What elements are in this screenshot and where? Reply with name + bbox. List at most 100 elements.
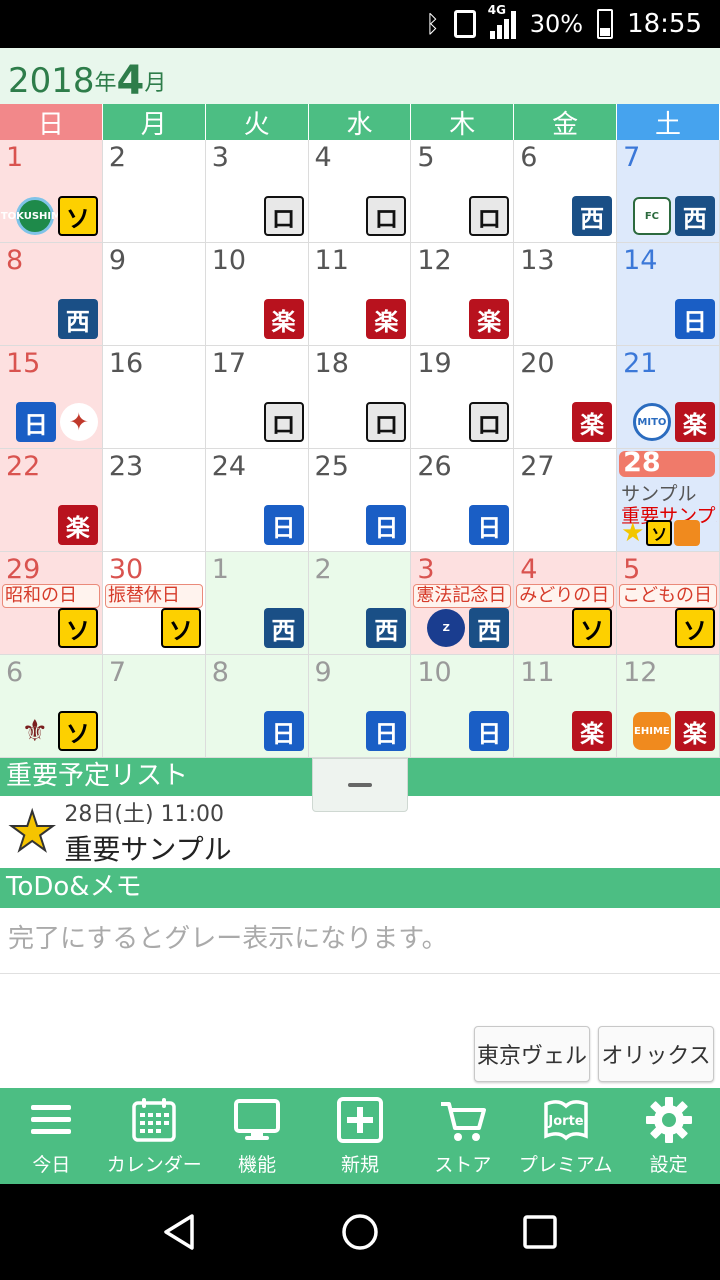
calendar-day-cell[interactable]: 16 xyxy=(102,346,206,449)
game-badges: 楽 xyxy=(263,299,304,339)
day-number: 29 xyxy=(6,554,41,585)
calendar-day-cell[interactable]: 9日 xyxy=(308,655,412,758)
calendar-day-cell[interactable]: 27 xyxy=(514,449,618,552)
calendar-day-cell[interactable]: 4ロ xyxy=(308,140,412,243)
calendar-day-cell[interactable]: 12 EHIME 楽 xyxy=(617,655,720,758)
day-number: 21 xyxy=(623,348,658,379)
calendar-day-cell[interactable]: 10 楽 xyxy=(205,243,309,346)
calendar-day-cell[interactable]: 7 xyxy=(102,655,206,758)
day-number: 8 xyxy=(6,245,24,276)
calendar-day-cell[interactable]: 1西 xyxy=(205,552,309,655)
calendar-day-cell[interactable]: 13 xyxy=(514,243,618,346)
important-list-item[interactable]: ★ 28日(土) 11:00 重要サンプル xyxy=(0,796,720,868)
calendar-day-cell[interactable]: 9 xyxy=(102,243,206,346)
calendar-day-cell[interactable]: 12 楽 xyxy=(411,243,515,346)
rakuten-badge: 楽 xyxy=(469,299,510,339)
jorte-icon: Jorte xyxy=(543,1099,588,1140)
calendar-day-cell[interactable]: 3ロ xyxy=(205,140,309,243)
calendar-day-cell[interactable]: 11 楽 xyxy=(308,243,412,346)
softbank-badge: ソ xyxy=(674,608,715,648)
back-icon[interactable] xyxy=(160,1212,200,1252)
calendar-day-cell[interactable]: 18 ロ xyxy=(308,346,412,449)
important-item-title: 重要サンプル xyxy=(64,833,232,866)
calendar-day-cell[interactable]: 14 日 xyxy=(617,243,720,346)
team-button-tokyo-verdy[interactable]: 東京ヴェル xyxy=(474,1026,590,1082)
weekday-sat: 土 xyxy=(617,104,720,140)
weekday-sun: 日 xyxy=(0,104,103,140)
calendar-day-cell[interactable]: 23 xyxy=(102,449,206,552)
game-badges: 日 xyxy=(674,299,715,339)
game-badges: ロ xyxy=(469,402,510,442)
weekday-thu: 木 xyxy=(411,104,515,140)
rakuten-badge: 楽 xyxy=(674,711,715,751)
day-number: 10 xyxy=(211,245,247,276)
seibu-badge: 西 xyxy=(572,196,613,236)
calendar-day-cell[interactable]: 6 ⚜ ソ xyxy=(0,655,103,758)
calendar-day-cell[interactable]: 11 楽 xyxy=(514,655,618,758)
calendar-day-cell[interactable]: 25 日 xyxy=(308,449,412,552)
calendar-day-cell[interactable]: 30 振替休日ソ xyxy=(102,552,206,655)
game-badges: 日 xyxy=(366,505,407,545)
weekday-fri: 金 xyxy=(514,104,618,140)
calendar-day-cell[interactable]: 20 楽 xyxy=(514,346,618,449)
day-number: 2 xyxy=(314,554,332,585)
calendar-day-cell[interactable]: 1 TOKUSHIMA ソ xyxy=(0,140,103,243)
toolbar-functions[interactable]: 機能 xyxy=(206,1088,309,1184)
toolbar-calendar-label: カレンダー xyxy=(106,1153,202,1176)
rakuten-badge: 楽 xyxy=(572,711,613,751)
calendar-day-cell[interactable]: 21 MITO 楽 xyxy=(617,346,720,449)
calendar-day-cell[interactable]: 19 ロ xyxy=(411,346,515,449)
calendar-day-cell[interactable]: 28サンプル重要サンプル★ソ xyxy=(617,449,720,552)
calendar-day-cell[interactable]: 24 日 xyxy=(205,449,309,552)
game-badges: ソ xyxy=(160,608,201,648)
game-badges: ソ xyxy=(674,608,715,648)
toolbar-premium[interactable]: Jorte プレミアム xyxy=(514,1088,617,1184)
day-number: 25 xyxy=(314,451,349,482)
toolbar-settings[interactable]: 設定 xyxy=(617,1088,720,1184)
calendar-day-cell[interactable]: 5 こどもの日ソ xyxy=(617,552,720,655)
toolbar-store[interactable]: ストア xyxy=(411,1088,514,1184)
seibu-badge: 西 xyxy=(674,196,715,236)
softbank-badge: ソ xyxy=(57,196,98,236)
calendar-day-cell[interactable]: 15 日 ✦ xyxy=(0,346,103,449)
recents-icon[interactable] xyxy=(520,1212,560,1252)
calendar-day-cell[interactable]: 5ロ xyxy=(411,140,515,243)
calendar-day-cell[interactable]: 29 昭和の日ソ xyxy=(0,552,103,655)
game-badges: 日 xyxy=(469,505,510,545)
month-title[interactable]: 2018 年 4 月 xyxy=(0,48,720,104)
bluetooth-icon: ᛒ xyxy=(425,10,440,38)
game-badges: 楽 xyxy=(469,299,510,339)
day-number: 11 xyxy=(520,657,555,688)
calendar-day-cell[interactable]: 3 憲法記念日 Z 西 xyxy=(411,552,515,655)
todo-hint[interactable]: 完了にするとグレー表示になります。 xyxy=(0,908,720,974)
game-badges: 日 xyxy=(263,505,304,545)
calendar-day-cell[interactable]: 17 ロ xyxy=(205,346,309,449)
calendar-day-cell[interactable]: 2西 xyxy=(308,552,412,655)
calendar-day-cell[interactable]: 7 FC 西 xyxy=(617,140,720,243)
lotte-badge: ロ xyxy=(366,196,407,236)
calendar-day-cell[interactable]: 4 みどりの日ソ xyxy=(514,552,618,655)
lotte-badge: ロ xyxy=(469,196,510,236)
calendar-day-cell[interactable]: 2 xyxy=(102,140,206,243)
day-number: 23 xyxy=(108,451,144,482)
day-number: 30 xyxy=(108,554,144,585)
team-logo-icon: Z xyxy=(427,609,466,647)
calendar-day-cell[interactable]: 10 日 xyxy=(411,655,515,758)
day-number: 28 xyxy=(623,449,661,478)
calendar-day-cell[interactable]: 6西 xyxy=(514,140,618,243)
calendar-day-cell[interactable]: 8日 xyxy=(205,655,309,758)
toolbar-calendar[interactable]: カレンダー xyxy=(103,1088,206,1184)
toolbar-today[interactable]: 今日 xyxy=(0,1088,103,1184)
game-badges: 楽 xyxy=(572,711,613,751)
calendar-day-cell[interactable]: 22 楽 xyxy=(0,449,103,552)
calendar-day-cell[interactable]: 26 日 xyxy=(411,449,515,552)
gear-icon xyxy=(645,1096,692,1143)
calendar-day-cell[interactable]: 8西 xyxy=(0,243,103,346)
toolbar-new-label: 新規 xyxy=(341,1153,380,1176)
home-icon[interactable] xyxy=(340,1212,380,1252)
toolbar-today-label: 今日 xyxy=(32,1153,71,1176)
day-number: 6 xyxy=(6,657,24,688)
toolbar-new[interactable]: 新規 xyxy=(309,1088,412,1184)
game-badges: Z西 xyxy=(427,608,510,648)
team-button-orix[interactable]: オリックス xyxy=(598,1026,714,1082)
